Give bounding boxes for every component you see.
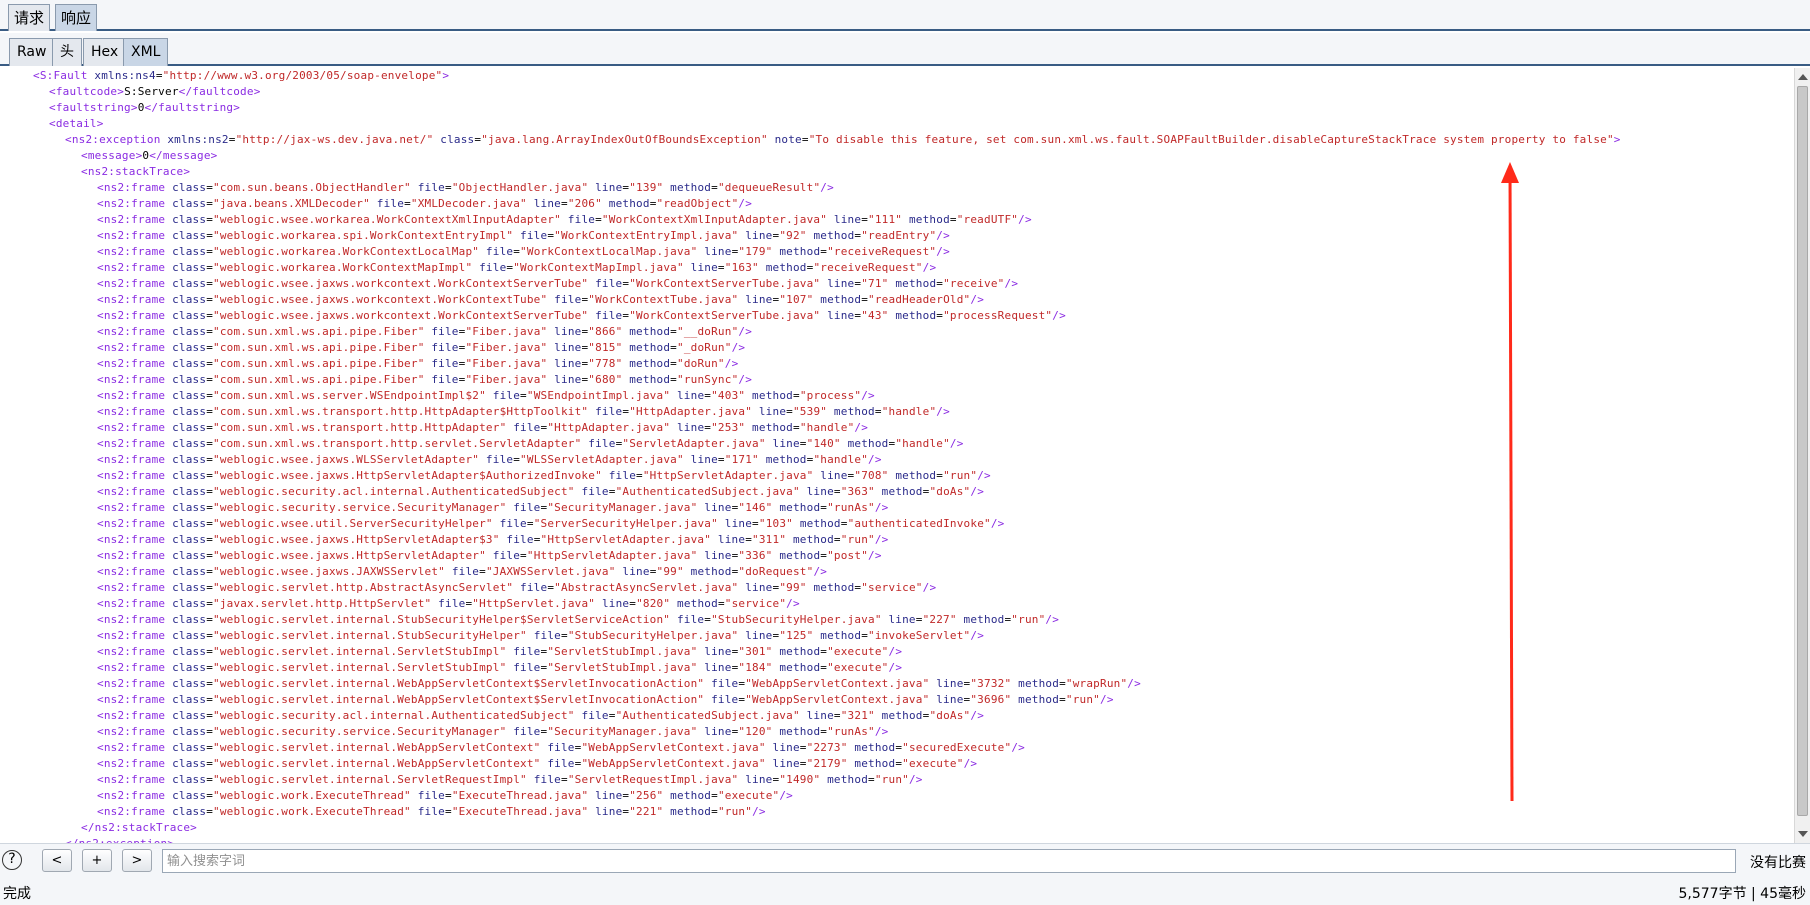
scroll-down-icon[interactable] [1798,831,1808,837]
xml-editor[interactable]: <S:Fault xmlns:ns4="http://www.w3.org/20… [0,68,1810,843]
help-icon[interactable]: ? [2,850,22,870]
vertical-scrollbar[interactable] [1794,68,1810,843]
add-button[interactable]: + [82,849,112,872]
scrollbar-thumb[interactable] [1797,86,1808,816]
status-bar: 完成 5,577字节 | 45毫秒 [0,877,1810,905]
previous-button[interactable]: < [42,849,72,872]
status-text: 完成 [3,886,31,902]
view-tabs: Raw 头 Hex XML [0,33,1810,66]
next-button[interactable]: > [122,849,152,872]
scroll-up-icon[interactable] [1798,74,1808,80]
match-status: 没有比赛 [1750,855,1806,871]
search-input[interactable] [162,849,1736,873]
tab-headers[interactable]: 头 [52,38,82,66]
tab-response[interactable]: 响应 [55,4,98,31]
tab-hex[interactable]: Hex [83,38,127,66]
annotation-arrow [1501,162,1519,802]
tab-xml[interactable]: XML [123,38,169,66]
message-tabs: 请求 响应 [0,0,1810,31]
tab-raw[interactable]: Raw [9,38,55,66]
tab-request[interactable]: 请求 [8,4,51,31]
search-bar: ? < + > 没有比赛 [0,843,1810,877]
response-info: 5,577字节 | 45毫秒 [1678,886,1806,902]
